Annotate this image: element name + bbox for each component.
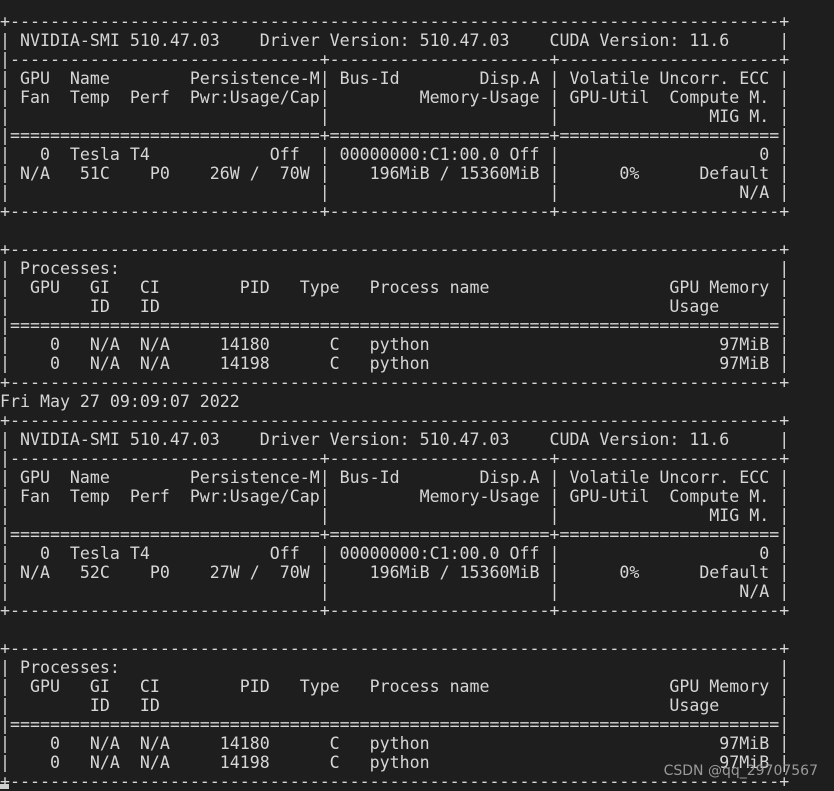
terminal-line: +-------------------------------+-------… <box>0 202 790 221</box>
terminal-line: +-------------------------------+-------… <box>0 601 790 620</box>
terminal-line: +---------------------------------------… <box>0 639 790 658</box>
terminal-line: | ID ID Usage | <box>0 297 790 316</box>
terminal-line: | Fan Temp Perf Pwr:Usage/Cap| Memory-Us… <box>0 88 790 107</box>
terminal-line: | 0 Tesla T4 Off | 00000000:C1:00.0 Off … <box>0 145 790 164</box>
terminal-line: | ID ID Usage | <box>0 696 790 715</box>
terminal-output[interactable]: +---------------------------------------… <box>0 0 834 791</box>
terminal-cursor <box>0 784 9 789</box>
terminal-line: | 0 N/A N/A 14198 C python 97MiB | <box>0 354 790 373</box>
terminal-line: | 0 N/A N/A 14180 C python 97MiB | <box>0 734 790 753</box>
terminal-line: | 0 Tesla T4 Off | 00000000:C1:00.0 Off … <box>0 544 790 563</box>
terminal-line: | Fan Temp Perf Pwr:Usage/Cap| Memory-Us… <box>0 487 790 506</box>
terminal-line: | Processes: | <box>0 658 790 677</box>
watermark: CSDN @qq_29707567 <box>663 763 818 779</box>
terminal-line: | GPU Name Persistence-M| Bus-Id Disp.A … <box>0 69 790 88</box>
terminal-line: | | | N/A | <box>0 183 790 202</box>
terminal-line: |===============================+=======… <box>0 525 790 544</box>
terminal-line: |=======================================… <box>0 715 790 734</box>
terminal-line: | | | MIG M. | <box>0 506 790 525</box>
terminal-line: +---------------------------------------… <box>0 373 790 392</box>
terminal-line: | NVIDIA-SMI 510.47.03 Driver Version: 5… <box>0 31 790 50</box>
terminal-line: | | | MIG M. | <box>0 107 790 126</box>
terminal-line: +---------------------------------------… <box>0 240 790 259</box>
terminal-line: | | | N/A | <box>0 582 790 601</box>
terminal-line: | N/A 52C P0 27W / 70W | 196MiB / 15360M… <box>0 563 790 582</box>
terminal-line: | GPU Name Persistence-M| Bus-Id Disp.A … <box>0 468 790 487</box>
terminal-line: |===============================+=======… <box>0 126 790 145</box>
terminal-line: +---------------------------------------… <box>0 411 790 430</box>
terminal-line: | 0 N/A N/A 14180 C python 97MiB | <box>0 335 790 354</box>
terminal-line: |=======================================… <box>0 316 790 335</box>
terminal-line: |-------------------------------+-------… <box>0 50 790 69</box>
terminal-line: | NVIDIA-SMI 510.47.03 Driver Version: 5… <box>0 430 790 449</box>
terminal-line: | GPU GI CI PID Type Process name GPU Me… <box>0 677 790 696</box>
terminal-line: |-------------------------------+-------… <box>0 449 790 468</box>
terminal-line: | N/A 51C P0 26W / 70W | 196MiB / 15360M… <box>0 164 790 183</box>
terminal-line: | Processes: | <box>0 259 790 278</box>
terminal-line: | GPU GI CI PID Type Process name GPU Me… <box>0 278 790 297</box>
terminal-line: +---------------------------------------… <box>0 12 790 31</box>
terminal-line: Fri May 27 09:09:07 2022 <box>0 392 240 411</box>
